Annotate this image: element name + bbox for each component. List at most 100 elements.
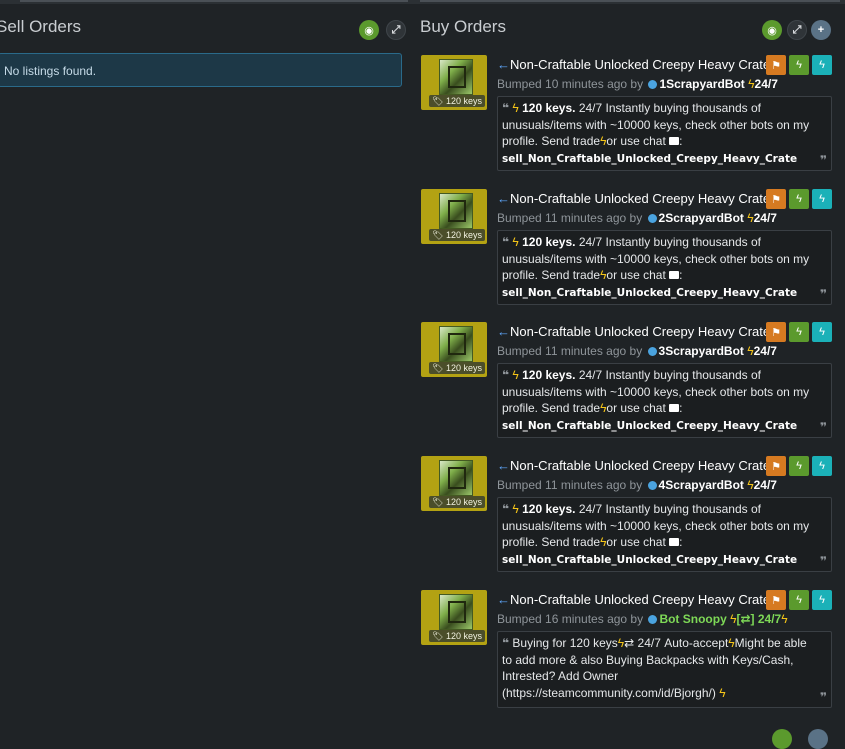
arrow-left-icon: ←	[497, 191, 510, 206]
crate-image	[439, 326, 473, 362]
listing-title[interactable]: ←Non-Craftable Unlocked Creepy Heavy Cra…	[497, 57, 770, 72]
status-dot	[648, 80, 658, 89]
report-button[interactable]: ⚑	[766, 189, 786, 209]
tag-icon: 🏷	[432, 230, 444, 240]
trade-offer-button[interactable]: ϟ	[789, 590, 809, 610]
trade-offer-button[interactable]: ϟ	[789, 322, 809, 342]
flag-icon: ⚑	[771, 193, 781, 206]
buy-toggle-visibility-button[interactable]: ◉	[762, 20, 782, 40]
trade-offer-button[interactable]: ϟ	[789, 189, 809, 209]
listing-title[interactable]: ←Non-Craftable Unlocked Creepy Heavy Cra…	[497, 324, 770, 339]
listing-actions: ⚑ ϟ ϟ	[766, 322, 832, 342]
listing-actions: ⚑ ϟ ϟ	[766, 189, 832, 209]
item-thumbnail[interactable]: 🏷 120 keys	[421, 456, 487, 511]
chat-icon	[669, 271, 680, 279]
arrow-left-icon: ←	[497, 592, 510, 607]
quote-close-icon: ❞	[819, 152, 827, 167]
expand-icon: ⤢	[792, 23, 802, 36]
lightning-icon: ϟ	[796, 59, 802, 71]
quote-open-icon: ❝	[502, 502, 510, 516]
bot-name-link[interactable]: 3ScrapyardBot	[659, 344, 744, 358]
buy-orders-title: Buy Orders	[420, 17, 506, 36]
price-tag: 🏷 120 keys	[429, 229, 485, 241]
lightning-icon: ϟ	[512, 235, 519, 249]
bot-name-link[interactable]: 1ScrapyardBot	[659, 77, 744, 91]
buy-add-button[interactable]: +	[811, 20, 831, 40]
next-panel-visibility-button[interactable]	[772, 729, 792, 749]
flag-icon: ⚑	[771, 594, 781, 607]
bot-name-link[interactable]: 2ScrapyardBot	[659, 211, 744, 225]
sell-empty-alert: No listings found.	[0, 53, 402, 87]
sell-orders-title: Sell Orders	[0, 17, 82, 36]
status-dot	[648, 615, 658, 624]
quote-open-icon: ❝	[502, 636, 510, 650]
quote-open-icon: ❝	[502, 101, 510, 115]
listing-meta: Bumped 16 minutes ago by Bot Snoopy ϟ[⇄]…	[497, 612, 788, 626]
price-tag: 🏷 120 keys	[429, 362, 485, 374]
lightning-icon: ϟ	[819, 326, 825, 338]
report-button[interactable]: ⚑	[766, 456, 786, 476]
status-dot	[647, 481, 657, 490]
trade-offer-button[interactable]: ϟ	[789, 55, 809, 75]
listing-title[interactable]: ←Non-Craftable Unlocked Creepy Heavy Cra…	[497, 592, 770, 607]
lightning-icon: ϟ	[512, 368, 519, 382]
plus-icon: +	[817, 24, 825, 36]
sell-expand-button[interactable]: ⤢	[386, 20, 406, 40]
lightning-icon: ϟ	[819, 594, 825, 606]
listing-actions: ⚑ ϟ ϟ	[766, 55, 832, 75]
lightning-icon: ϟ	[796, 326, 802, 338]
listing-actions: ⚑ ϟ ϟ	[766, 456, 832, 476]
buy-expand-button[interactable]: ⤢	[787, 20, 807, 40]
bot-name-link[interactable]: Bot Snoopy	[659, 612, 726, 626]
price-tag: 🏷 120 keys	[429, 496, 485, 508]
flag-icon: ⚑	[771, 326, 781, 339]
item-thumbnail[interactable]: 🏷 120 keys	[421, 590, 487, 645]
listing-meta: Bumped 11 minutes ago by 2ScrapyardBot ϟ…	[497, 211, 777, 225]
listing-title[interactable]: ←Non-Craftable Unlocked Creepy Heavy Cra…	[497, 458, 770, 473]
tag-icon: 🏷	[432, 497, 444, 507]
lightning-icon: ϟ	[719, 685, 726, 700]
quote-close-icon: ❞	[819, 419, 827, 434]
instant-trade-button[interactable]: ϟ	[812, 55, 832, 75]
expand-icon: ⤢	[391, 23, 401, 36]
next-panel-add-button[interactable]	[808, 729, 828, 749]
listing-title[interactable]: ←Non-Craftable Unlocked Creepy Heavy Cra…	[497, 191, 770, 206]
lightning-icon: ϟ	[781, 612, 788, 626]
status-dot	[647, 214, 657, 223]
arrow-left-icon: ←	[497, 57, 510, 72]
status-dot	[647, 347, 657, 356]
listing-meta: Bumped 10 minutes ago by 1ScrapyardBot ϟ…	[497, 77, 778, 91]
tag-icon: 🏷	[432, 96, 444, 106]
lightning-icon: ϟ	[819, 193, 825, 205]
price-tag: 🏷 120 keys	[429, 95, 485, 107]
sell-toggle-visibility-button[interactable]: ◉	[359, 20, 379, 40]
quote-close-icon: ❞	[819, 689, 827, 704]
tag-icon: 🏷	[432, 631, 444, 641]
item-thumbnail[interactable]: 🏷 120 keys	[421, 55, 487, 110]
crate-image	[439, 193, 473, 229]
crate-image	[439, 460, 473, 496]
report-button[interactable]: ⚑	[766, 55, 786, 75]
report-button[interactable]: ⚑	[766, 322, 786, 342]
lightning-icon: ϟ	[796, 193, 802, 205]
instant-trade-button[interactable]: ϟ	[812, 456, 832, 476]
report-button[interactable]: ⚑	[766, 590, 786, 610]
tag-icon: 🏷	[432, 363, 444, 373]
arrow-left-icon: ←	[497, 324, 510, 339]
item-thumbnail[interactable]: 🏷 120 keys	[421, 189, 487, 244]
instant-trade-button[interactable]: ϟ	[812, 189, 832, 209]
listing-actions: ⚑ ϟ ϟ	[766, 590, 832, 610]
instant-trade-button[interactable]: ϟ	[812, 322, 832, 342]
listing-details: ❝ ϟ 120 keys. 24/7 Instantly buying thou…	[497, 230, 832, 305]
flag-icon: ⚑	[771, 460, 781, 473]
instant-trade-button[interactable]: ϟ	[812, 590, 832, 610]
lightning-icon: ϟ	[819, 460, 825, 472]
chat-icon	[669, 538, 680, 546]
item-thumbnail[interactable]: 🏷 120 keys	[421, 322, 487, 377]
listing-details: ❝ ϟ 120 keys. 24/7 Instantly buying thou…	[497, 497, 832, 572]
lightning-icon: ϟ	[796, 460, 802, 472]
eye-icon: ◉	[364, 24, 374, 37]
chat-icon	[669, 404, 680, 412]
trade-offer-button[interactable]: ϟ	[789, 456, 809, 476]
bot-name-link[interactable]: 4ScrapyardBot	[659, 478, 744, 492]
